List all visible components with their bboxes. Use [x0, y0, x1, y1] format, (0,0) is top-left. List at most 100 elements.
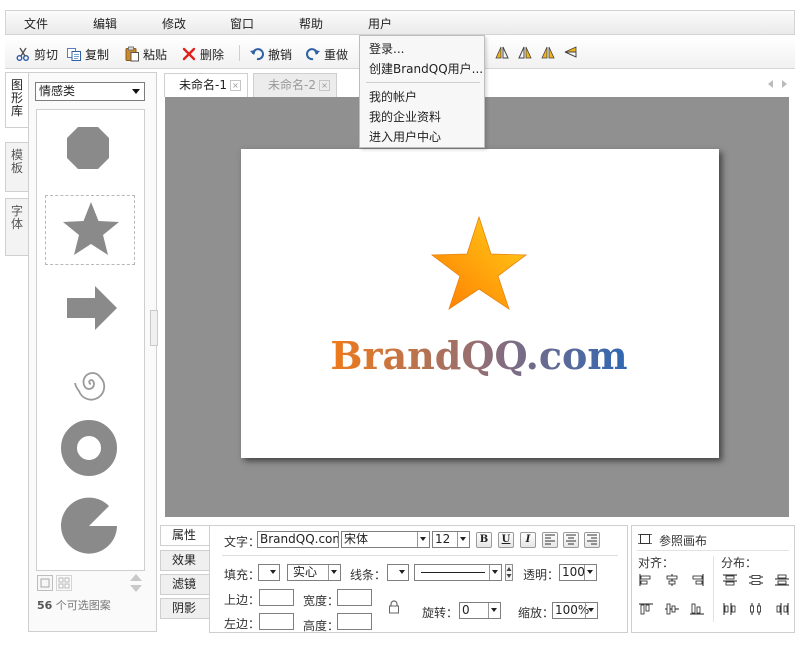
tab-document-2[interactable]: 未命名-2 ×: [253, 73, 337, 97]
tab-scroll-right-icon[interactable]: [782, 80, 787, 88]
tab-shadow[interactable]: 阴影: [160, 598, 210, 619]
select-divider: [585, 603, 586, 618]
align-right-button[interactable]: [584, 532, 600, 548]
category-select[interactable]: 情感类: [35, 82, 145, 101]
shape-octagon[interactable]: [37, 114, 144, 186]
distribute-bottom-icon[interactable]: [774, 573, 790, 587]
fill-color-picker[interactable]: [258, 564, 280, 581]
undo-button[interactable]: 撤销: [249, 45, 292, 63]
distribute-label: 分布：: [721, 556, 758, 570]
flip-vertical-icon[interactable]: [517, 44, 533, 60]
opacity-select[interactable]: 100: [559, 564, 597, 581]
text-input[interactable]: BrandQQ.com: [257, 531, 339, 548]
menu-window[interactable]: 窗口: [230, 15, 254, 32]
menu-modify[interactable]: 修改: [162, 15, 186, 32]
menu-edit[interactable]: 编辑: [93, 15, 117, 32]
tab-properties[interactable]: 属性: [160, 525, 210, 546]
mirror-icon[interactable]: [540, 44, 556, 60]
font-select[interactable]: 宋体: [341, 531, 430, 548]
distribute-top-icon[interactable]: [722, 573, 738, 587]
tab-templates[interactable]: 模板: [5, 142, 29, 192]
distribute-right-icon[interactable]: [774, 602, 790, 616]
align-center-button[interactable]: [563, 532, 579, 548]
underline-button[interactable]: U: [498, 532, 514, 548]
menu-file[interactable]: 文件: [24, 15, 48, 32]
menu-item-create-user[interactable]: 创建BrandQQ用户...: [369, 60, 483, 77]
lock-icon[interactable]: [388, 600, 400, 617]
align-left-button[interactable]: [542, 532, 558, 548]
menu-item-login[interactable]: 登录...: [369, 40, 404, 57]
align-hcenter-icon[interactable]: [664, 573, 680, 587]
tab-document-1[interactable]: 未命名-1 ×: [164, 73, 248, 97]
close-icon[interactable]: ×: [230, 80, 241, 91]
spinner-arrows-icon: [506, 567, 512, 578]
copy-button[interactable]: 复制: [66, 45, 109, 63]
grid-view-icon[interactable]: [56, 575, 72, 591]
chevron-down-icon: [399, 570, 405, 574]
fill-type-value: 实心: [293, 565, 318, 579]
tab-filters[interactable]: 滤镜: [160, 574, 210, 595]
tab-scroll-left-icon[interactable]: [768, 80, 773, 88]
cut-button[interactable]: 剪切: [15, 45, 58, 63]
align-panel: 参照画布 对齐： 分布：: [631, 525, 795, 633]
canvas-area[interactable]: BrandQQ.com: [165, 97, 789, 517]
tab-effects[interactable]: 效果: [160, 550, 210, 571]
align-vcenter-icon[interactable]: [664, 602, 680, 616]
octagon-icon: [67, 127, 109, 169]
chevron-down-icon: [587, 570, 593, 574]
tab-fonts[interactable]: 字体: [5, 198, 29, 256]
chevron-down-icon: [270, 570, 276, 574]
shape-ring[interactable]: [37, 408, 144, 480]
paste-icon: [124, 46, 140, 62]
shape-arrow[interactable]: [37, 274, 144, 346]
left-input[interactable]: [259, 613, 294, 630]
shape-pie[interactable]: [37, 486, 144, 558]
logo-artwork[interactable]: BrandQQ.com: [241, 149, 719, 458]
distribute-hcenter-icon[interactable]: [748, 602, 764, 616]
distribute-left-icon[interactable]: [722, 602, 738, 616]
panel-divider: [713, 556, 714, 622]
menu-item-user-center[interactable]: 进入用户中心: [369, 128, 441, 145]
fill-type-select[interactable]: 实心: [287, 564, 341, 581]
redo-label: 重做: [324, 47, 349, 62]
stroke-style-select[interactable]: [414, 564, 502, 581]
align-top-edge-icon[interactable]: [638, 602, 654, 616]
tab-shape-library[interactable]: 图形库: [5, 72, 29, 128]
scale-select[interactable]: 100%: [552, 602, 598, 619]
align-left-edge-icon[interactable]: [638, 573, 654, 587]
top-input[interactable]: [259, 589, 294, 606]
align-right-edge-icon[interactable]: [689, 573, 705, 587]
scroll-arrows-icon[interactable]: [129, 573, 143, 596]
bold-button[interactable]: B: [476, 532, 492, 548]
width-input[interactable]: [337, 589, 372, 606]
text-label: 文字：: [224, 535, 261, 549]
menu-user[interactable]: 用户: [368, 15, 392, 32]
canvas-reference-icon[interactable]: [638, 532, 652, 549]
single-view-icon[interactable]: [37, 575, 53, 591]
menu-item-company-profile[interactable]: 我的企业资料: [369, 108, 441, 125]
menu-item-my-account[interactable]: 我的帐户: [369, 88, 417, 105]
star-icon[interactable]: [430, 215, 528, 310]
stroke-width-spinner[interactable]: [505, 564, 513, 581]
rotate-select[interactable]: 0: [459, 602, 501, 619]
copy-label: 复制: [85, 47, 110, 62]
font-size-select[interactable]: 12: [432, 531, 470, 548]
redo-button[interactable]: 重做: [305, 45, 348, 63]
shape-star[interactable]: [37, 195, 144, 267]
align-bottom-edge-icon[interactable]: [689, 602, 705, 616]
distribute-vcenter-icon[interactable]: [748, 573, 764, 587]
close-icon[interactable]: ×: [319, 80, 330, 91]
stroke-color-picker[interactable]: [387, 564, 409, 581]
paste-button[interactable]: 粘贴: [124, 45, 167, 63]
italic-button[interactable]: I: [520, 532, 536, 548]
height-input[interactable]: [337, 613, 372, 630]
panel-collapse-handle[interactable]: [150, 310, 158, 346]
logo-text[interactable]: BrandQQ.com: [330, 333, 627, 378]
shape-count-suffix: 个可选图案: [52, 599, 111, 612]
menu-help[interactable]: 帮助: [299, 15, 323, 32]
delete-button[interactable]: 删除: [181, 45, 224, 63]
rotate-left-icon[interactable]: [563, 44, 579, 60]
flip-horizontal-icon[interactable]: [494, 44, 510, 60]
artboard[interactable]: BrandQQ.com: [241, 149, 719, 458]
stroke-label: 线条：: [350, 568, 387, 582]
